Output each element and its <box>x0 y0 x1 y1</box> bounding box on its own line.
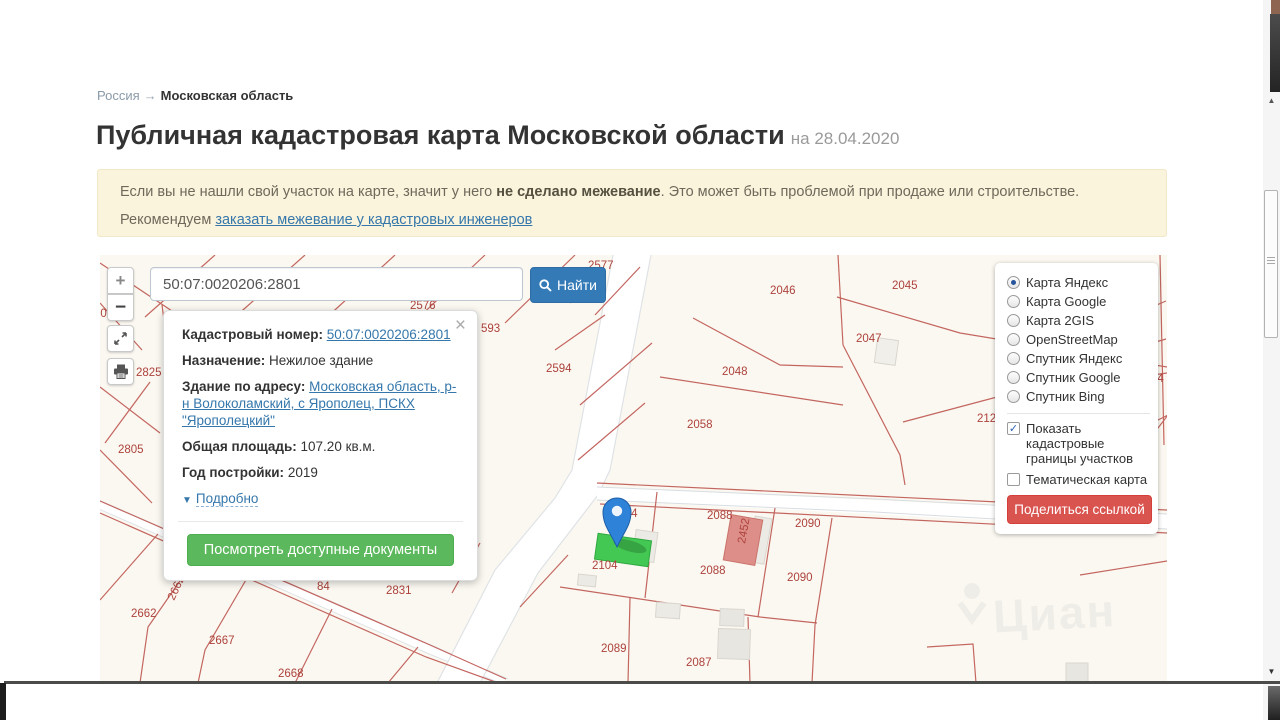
close-icon[interactable]: × <box>455 316 466 335</box>
find-button[interactable]: Найти <box>530 267 606 303</box>
popup-divider <box>178 521 463 522</box>
popup-row-purpose: Назначение: Нежилое здание <box>182 353 374 368</box>
parcel-label-2048: 2048 <box>722 366 748 378</box>
scroll-down-arrow[interactable]: ▼ <box>1263 667 1280 676</box>
layer-option-label: Карта Яндекс <box>1026 275 1109 290</box>
page-title-date: на 28.04.2020 <box>790 129 900 148</box>
breadcrumb-country-link[interactable]: Россия <box>97 88 140 103</box>
notice-line2: Рекомендуем заказать межевание у кадастр… <box>120 212 533 228</box>
layer-option-label: OpenStreetMap <box>1026 332 1118 347</box>
notice-line1: Если вы не нашли свой участок на карте, … <box>120 184 1080 200</box>
layer-checkbox-0[interactable]: ✓ Показать кадастровые границы участков <box>1007 421 1150 466</box>
checkbox-checked-icon[interactable]: ✓ <box>1007 422 1020 435</box>
scroll-up-arrow[interactable]: ▲ <box>1263 94 1280 108</box>
expand-icon <box>114 332 127 345</box>
parcel-label-2088: 2088 <box>707 510 733 522</box>
parcel-label-2088: 2088 <box>700 565 726 577</box>
search-icon <box>539 278 552 292</box>
order-survey-link[interactable]: заказать межевание у кадастровых инженер… <box>215 212 532 228</box>
scrollbar-top-fragment <box>1271 0 1280 14</box>
parcel-label-2805: 2805 <box>118 444 144 456</box>
window-frame-bottom <box>4 681 1280 684</box>
radio-icon[interactable] <box>1007 352 1020 365</box>
parcel-label-2825: 2825 <box>136 367 162 379</box>
scrollbar-dark-bottom <box>1268 686 1280 720</box>
print-icon <box>113 364 128 379</box>
popup-row-year: Год постройки: 2019 <box>182 465 318 480</box>
radio-icon[interactable] <box>1007 276 1020 289</box>
page-title: Публичная кадастровая карта Московской о… <box>96 120 899 151</box>
map-canvas[interactable]: Циан 30522825280525762577593259420462045… <box>100 255 1167 683</box>
zoom-out-button[interactable]: − <box>107 294 134 321</box>
search-input[interactable] <box>150 267 523 301</box>
panel-divider <box>1007 413 1150 414</box>
layer-option-label: Карта 2GIS <box>1026 313 1095 328</box>
svg-text:Циан: Циан <box>992 584 1118 642</box>
radio-icon[interactable] <box>1007 314 1020 327</box>
parcel-label-2047: 2047 <box>856 333 882 345</box>
parcel-label-2831: 2831 <box>386 585 412 597</box>
checkbox-icon[interactable] <box>1007 473 1020 486</box>
breadcrumb: Россия → Московская область <box>97 88 293 103</box>
layer-option-5[interactable]: Спутник Google <box>1007 368 1150 387</box>
fullscreen-button[interactable] <box>107 325 134 352</box>
popup-row-address: Здание по адресу: Московская область, р-… <box>182 379 457 428</box>
scrollbar-thumb[interactable] <box>1264 190 1278 338</box>
breadcrumb-region: Московская область <box>160 88 294 103</box>
layer-option-2[interactable]: Карта 2GIS <box>1007 311 1150 330</box>
parcel-label-2058: 2058 <box>687 419 713 431</box>
radio-icon[interactable] <box>1007 371 1020 384</box>
radio-icon[interactable] <box>1007 295 1020 308</box>
scrollbar[interactable]: ▲ ▼ <box>1263 0 1280 720</box>
parcel-label-2668: 2668 <box>278 668 304 680</box>
share-link-button[interactable]: Поделиться ссылкой <box>1007 495 1152 524</box>
parcel-label-2046: 2046 <box>770 285 796 297</box>
layer-option-label: Спутник Bing <box>1026 389 1105 404</box>
layer-option-6[interactable]: Спутник Bing <box>1007 387 1150 406</box>
radio-icon[interactable] <box>1007 390 1020 403</box>
checkbox-label: Тематическая карта <box>1026 472 1148 487</box>
zoom-in-button[interactable]: + <box>107 267 134 294</box>
parcel-info-popup: × Кадастровый номер: 50:07:0020206:2801 … <box>163 310 478 581</box>
parcel-label-2090: 2090 <box>787 572 813 584</box>
layer-option-label: Спутник Яндекс <box>1026 351 1123 366</box>
layer-options: Карта Яндекс Карта Google Карта 2GIS OpenSt… <box>1007 273 1150 406</box>
chevron-down-icon: ▼ <box>182 495 192 506</box>
view-documents-button[interactable]: Посмотреть доступные документы <box>186 534 455 566</box>
breadcrumb-arrow: → <box>143 88 157 103</box>
radio-icon[interactable] <box>1007 333 1020 346</box>
checkbox-label: Показать кадастровые границы участков <box>1026 421 1133 466</box>
parcel-label-84: 84 <box>317 581 330 593</box>
parcel-label-2087: 2087 <box>686 657 712 669</box>
layer-option-label: Карта Google <box>1026 294 1107 309</box>
layer-option-label: Спутник Google <box>1026 370 1121 385</box>
scrollbar-grip <box>1267 257 1275 264</box>
popup-row-area: Общая площадь: 107.20 кв.м. <box>182 439 376 454</box>
layer-option-0[interactable]: Карта Яндекс <box>1007 273 1150 292</box>
layers-panel: Карта Яндекс Карта Google Карта 2GIS OpenSt… <box>995 263 1158 534</box>
cadastral-number-link[interactable]: 50:07:0020206:2801 <box>327 327 451 342</box>
parcel-label-2667: 2667 <box>209 635 235 647</box>
popup-row-cadastral-number: Кадастровый номер: 50:07:0020206:2801 <box>182 327 451 342</box>
parcel-label-2089: 2089 <box>601 643 627 655</box>
details-toggle[interactable]: ▼ Подробно <box>182 490 459 509</box>
layer-option-1[interactable]: Карта Google <box>1007 292 1150 311</box>
window-frame-left <box>0 683 6 720</box>
parcel-label-2045: 2045 <box>892 280 918 292</box>
layer-option-3[interactable]: OpenStreetMap <box>1007 330 1150 349</box>
notice-box: Если вы не нашли свой участок на карте, … <box>97 169 1167 237</box>
layer-checkboxes: ✓ Показать кадастровые границы участков Те… <box>1007 421 1150 487</box>
layer-checkbox-1[interactable]: Тематическая карта <box>1007 472 1150 487</box>
parcel-label-2662: 2662 <box>131 608 157 620</box>
layer-option-4[interactable]: Спутник Яндекс <box>1007 349 1150 368</box>
parcel-label-2594: 2594 <box>546 363 572 375</box>
parcel-label-593: 593 <box>481 323 500 335</box>
parcel-label-2090: 2090 <box>795 518 821 530</box>
scrollbar-dark-top <box>1270 14 1280 92</box>
page-title-text: Публичная кадастровая карта Московской о… <box>96 120 785 150</box>
parcel-label-2104: 2104 <box>592 560 618 572</box>
print-button[interactable] <box>107 358 134 385</box>
